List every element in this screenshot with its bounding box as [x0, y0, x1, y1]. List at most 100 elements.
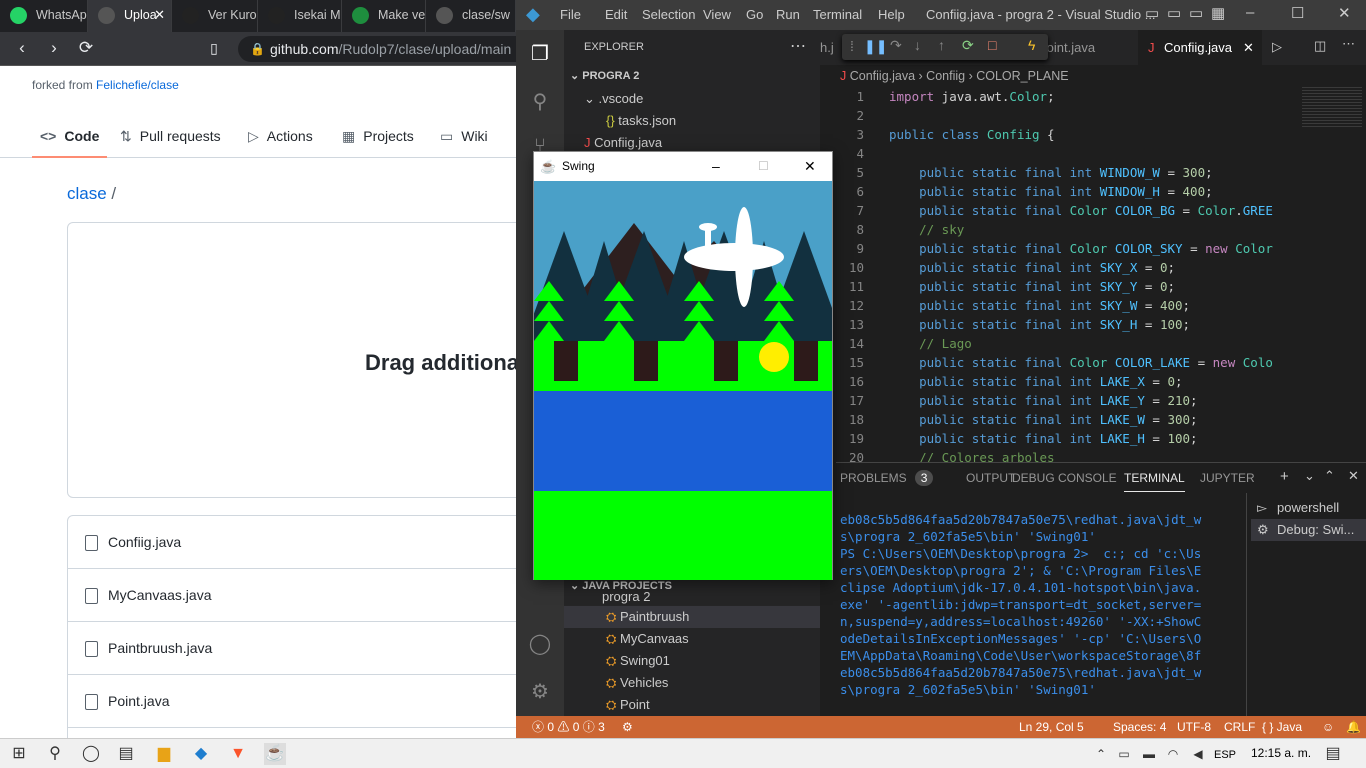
close-tab-icon[interactable]: ✕	[154, 0, 165, 30]
upload-file-row[interactable]: Paintbruush.java	[68, 622, 516, 675]
layout-secondary-icon[interactable]: ▭	[1189, 4, 1203, 22]
feedback-icon[interactable]: ☺	[1322, 716, 1334, 738]
breadcrumb-repo-link[interactable]: clase	[67, 184, 107, 203]
editor-tab-confiig[interactable]: J Confiig.java ✕	[1138, 30, 1262, 65]
java-project-item[interactable]: progra 2	[602, 589, 650, 604]
code-line[interactable]: // Colores arboles	[889, 450, 1054, 462]
browser-tab[interactable]: Make ve	[342, 0, 426, 32]
browser-tab[interactable]: Isekai M	[258, 0, 342, 32]
code-line[interactable]: public static final int SKY_W = 400;	[889, 298, 1190, 313]
language-indicator[interactable]: ESP	[1212, 744, 1238, 766]
panel-tab[interactable]: OUTPUT	[966, 471, 1015, 485]
vscode-taskbar-icon[interactable]: ◆	[190, 743, 212, 765]
problems-status[interactable]: ⓧ 0 ⚠ 0 ⓘ 3	[532, 716, 605, 738]
minimap[interactable]	[1300, 87, 1366, 462]
tray-expand-icon[interactable]: ⌃	[1090, 743, 1112, 765]
search-icon[interactable]: ⚲	[528, 90, 552, 114]
reload-icon[interactable]: ⟳	[75, 37, 97, 59]
meet-icon[interactable]: ▭	[1113, 743, 1135, 765]
panel-tab[interactable]: PROBLEMS 3	[840, 470, 934, 486]
upload-file-row[interactable]: Confiig.java	[68, 516, 516, 569]
windows-start-icon[interactable]: ⊞	[8, 743, 30, 765]
menu-item[interactable]: Go	[746, 7, 763, 22]
bookmark-icon[interactable]: ▯	[203, 37, 225, 59]
code-line[interactable]: public class Confiig {	[889, 127, 1055, 142]
run-icon[interactable]: ▷	[1272, 39, 1282, 55]
stop-icon[interactable]: □	[988, 37, 996, 53]
code-line[interactable]: public static final int LAKE_X = 0;	[889, 374, 1182, 389]
hot-code-replace-icon[interactable]: ϟ	[1028, 37, 1035, 53]
action-center-icon[interactable]: ▤	[1322, 743, 1344, 765]
code-line[interactable]: import java.awt.Color;	[889, 89, 1055, 104]
settings-gear-icon[interactable]: ⚙	[528, 680, 552, 704]
panel-tab[interactable]: TERMINAL	[1124, 471, 1185, 492]
breadcrumb-field[interactable]: COLOR_PLANE	[976, 69, 1068, 83]
explorer-root[interactable]: ⌄ PROGRA 2	[570, 69, 639, 82]
close-panel-icon[interactable]: ✕	[1348, 468, 1359, 484]
code-line[interactable]: public static final int WINDOW_W = 300;	[889, 165, 1213, 180]
step-out-icon[interactable]: ↑	[938, 37, 945, 53]
maximize-panel-icon[interactable]: ⌃	[1324, 468, 1335, 484]
code-line[interactable]: public static final Color COLOR_BG = Col…	[889, 203, 1273, 218]
folder-vscode[interactable]: ⌄ .vscode	[584, 91, 643, 107]
status-position[interactable]: Ln 29, Col 5	[1019, 716, 1084, 738]
close-window-icon[interactable]: ✕	[804, 152, 816, 181]
notifications-icon[interactable]: 🔔	[1346, 716, 1361, 738]
code-line[interactable]: public static final int LAKE_W = 300;	[889, 412, 1197, 427]
new-terminal-icon[interactable]: +	[1280, 468, 1289, 485]
java-class-item[interactable]: ⛭ Paintbruush	[606, 609, 689, 625]
terminal-dropdown-icon[interactable]: ⌄	[1304, 468, 1315, 484]
menu-item[interactable]: Selection	[642, 7, 695, 22]
java-class-item[interactable]: ⛭ Vehicles	[606, 675, 668, 691]
task-view-icon[interactable]: ▤	[115, 743, 137, 765]
code-line[interactable]: public static final int SKY_Y = 0;	[889, 279, 1175, 294]
terminal-output[interactable]: eb08c5b5d864faa5d20b7847a50e75\redhat.ja…	[840, 511, 1232, 698]
status-language[interactable]: { } Java	[1262, 716, 1302, 738]
close-tab-icon[interactable]: ✕	[1243, 30, 1254, 65]
tab-code[interactable]: <> Code	[32, 118, 108, 158]
status-eol[interactable]: CRLF	[1224, 716, 1255, 738]
restart-icon[interactable]: ⟳	[962, 37, 974, 54]
code-line[interactable]: // Lago	[889, 336, 972, 351]
browser-tab[interactable]: Uploa ✕	[88, 0, 172, 32]
menu-item[interactable]: View	[703, 7, 731, 22]
tab-actions[interactable]: ▷ Actions	[248, 118, 313, 158]
forward-icon[interactable]: ›	[43, 37, 65, 59]
brave-icon[interactable]: ▼	[227, 743, 249, 765]
drag-handle-icon[interactable]: ⁞	[850, 38, 854, 54]
step-over-icon[interactable]: ↷	[890, 37, 902, 54]
menu-item[interactable]: Run	[776, 7, 800, 22]
close-window-icon[interactable]: ✕	[1338, 4, 1351, 22]
search-icon[interactable]: ⚲	[44, 743, 66, 765]
account-icon[interactable]: ◯	[528, 632, 552, 656]
panel-tab[interactable]: JUPYTER	[1200, 471, 1255, 485]
browser-tab[interactable]: Ver Kuro	[172, 0, 258, 32]
code-line[interactable]: public static final int LAKE_Y = 210;	[889, 393, 1197, 408]
code-line[interactable]: // sky	[889, 222, 964, 237]
split-editor-icon[interactable]: ◫	[1314, 38, 1326, 54]
tab-wiki[interactable]: ▭ Wiki	[440, 118, 488, 158]
browser-tab[interactable]: clase/sw	[426, 0, 516, 32]
file-tasks-json[interactable]: {} tasks.json	[606, 113, 676, 128]
layout-sidebar-icon[interactable]: ▭	[1145, 4, 1159, 22]
upload-dropzone[interactable]: Drag additiona	[67, 222, 516, 498]
debug-status-icon[interactable]: ⚙	[622, 716, 633, 738]
taskbar-clock[interactable]: 12:15 a. m.	[1251, 746, 1311, 760]
code-line[interactable]: public static final Color COLOR_LAKE = n…	[889, 355, 1273, 370]
breadcrumb-class[interactable]: Confiig	[926, 69, 965, 83]
minimize-icon[interactable]: –	[1246, 4, 1254, 21]
editor-tab-hidden[interactable]: h.j	[820, 30, 834, 65]
java-class-item[interactable]: ⛭ Point	[606, 697, 650, 713]
more-actions-icon[interactable]: ⋯	[790, 36, 806, 56]
terminal-item-debug[interactable]: ⚙ Debug: Swi...	[1251, 519, 1366, 541]
code-view[interactable]: 1 import java.awt.Color; 2 3 public class Co…	[820, 87, 1300, 462]
menu-item[interactable]: Edit	[605, 7, 627, 22]
layout-customize-icon[interactable]: ▦	[1211, 4, 1225, 22]
explorer-icon[interactable]: ❐	[528, 42, 552, 66]
java-class-item[interactable]: ⛭ Swing01	[606, 653, 670, 669]
cortana-icon[interactable]: ◯	[80, 743, 102, 765]
battery-icon[interactable]: ▬	[1138, 743, 1160, 765]
url-field[interactable]: 🔒 github.com/Rudolp7/clase/upload/main	[238, 36, 516, 62]
volume-icon[interactable]: ◀	[1187, 743, 1209, 765]
tab-projects[interactable]: ▦ Projects	[342, 118, 414, 158]
